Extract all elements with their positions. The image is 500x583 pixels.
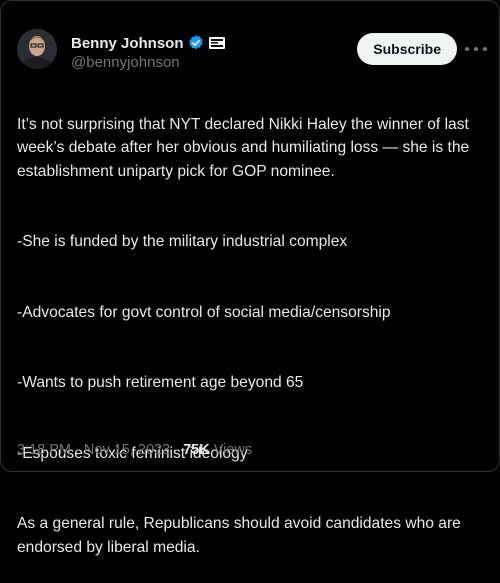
views-count[interactable]: 75K [183,442,210,458]
meta-separator: · [75,442,80,458]
tweet-text: It’s not surprising that NYT declared Ni… [17,89,487,583]
author-handle[interactable]: @bennyjohnson [71,54,225,71]
author-name-row: Benny Johnson [71,33,225,53]
tweet-paragraph: It’s not surprising that NYT declared Ni… [17,115,470,180]
subscribe-button[interactable]: Subscribe [357,33,457,65]
tweet-paragraph: -Wants to push retirement age beyond 65 [17,374,304,391]
tweet-meta: 3:18 PM · Nov 15, 2023 · 75K Views [17,442,252,458]
tweet-header: Benny Johnson @bennyjohnson Subscribe [17,29,487,77]
tweet-time[interactable]: 3:18 PM [17,442,71,458]
views-label: Views [213,442,253,458]
author-display-name[interactable]: Benny Johnson [71,35,184,52]
tweet-card: Benny Johnson @bennyjohnson Subscribe It… [0,0,500,556]
author-name-block: Benny Johnson @bennyjohnson [71,33,225,71]
more-options-icon[interactable] [465,41,487,57]
tweet-paragraph: As a general rule, Republicans should av… [17,515,461,556]
verified-badge-icon[interactable] [187,34,205,52]
meta-separator: · [174,442,180,458]
tweet-date[interactable]: Nov 15, 2023 [84,442,170,458]
avatar-portrait-icon [17,29,57,69]
tweet-paragraph: -Advocates for govt control of social me… [17,303,391,321]
affiliate-logo-icon[interactable] [208,37,225,49]
tweet-paragraph: -She is funded by the military industria… [17,233,348,250]
author-avatar[interactable] [17,29,57,69]
